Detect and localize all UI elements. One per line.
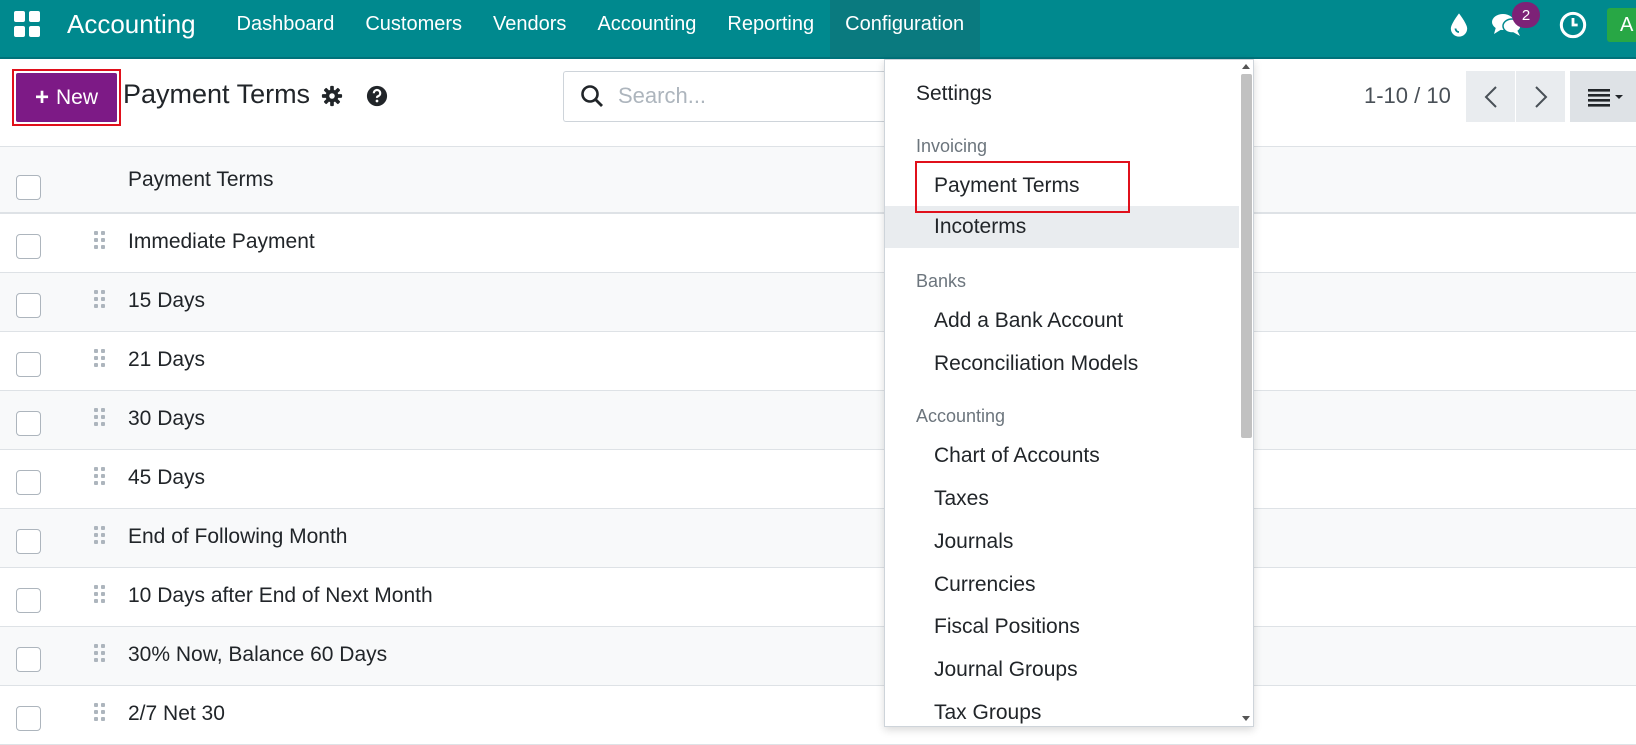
row-name: 10 Days after End of Next Month [128, 584, 433, 607]
list-view-button[interactable] [1570, 71, 1636, 122]
scroll-down-arrow-icon[interactable] [1242, 716, 1250, 721]
row-name: Immediate Payment [128, 230, 315, 253]
row-name: 15 Days [128, 289, 206, 312]
chevron-left-icon [1484, 85, 1497, 108]
dropdown-item-chart-of-accounts[interactable]: Chart of Accounts [885, 435, 1239, 477]
row-checkbox[interactable] [16, 293, 41, 318]
menu-configuration[interactable]: Configuration [829, 0, 980, 57]
row-checkbox[interactable] [16, 529, 41, 554]
drag-handle-icon[interactable] [94, 585, 110, 609]
drag-handle-icon[interactable] [94, 526, 110, 550]
payment-terms-highlight [915, 161, 1130, 213]
menu-reporting[interactable]: Reporting [712, 0, 830, 57]
table-row[interactable]: 45 Days [0, 450, 1636, 509]
new-button-label: New [56, 85, 99, 109]
dropdown-item-journal-groups[interactable]: Journal Groups [885, 649, 1239, 691]
scroll-up-arrow-icon[interactable] [1242, 64, 1250, 69]
menu-dashboard[interactable]: Dashboard [221, 0, 350, 57]
dropdown-scroll-thumb[interactable] [1241, 74, 1252, 438]
dropdown-item-currencies[interactable]: Currencies [885, 564, 1239, 606]
user-avatar[interactable]: A [1607, 8, 1636, 42]
row-name: End of Following Month [128, 525, 348, 548]
dropdown-item-add-bank-account[interactable]: Add a Bank Account [885, 300, 1239, 342]
list-header: Payment Terms [0, 147, 1636, 214]
page-title: Payment Terms [123, 79, 311, 109]
row-name: 2/7 Net 30 [128, 702, 225, 725]
table-row[interactable]: 30% Now, Balance 60 Days [0, 627, 1636, 686]
drag-handle-icon[interactable] [94, 467, 110, 491]
table-row[interactable]: End of Following Month [0, 509, 1636, 568]
pager-next-button[interactable] [1516, 71, 1565, 122]
top-navbar: Accounting Dashboard Customers Vendors A… [0, 0, 1636, 59]
dropdown-header-banks: Banks [916, 271, 967, 291]
list-view-icon [1588, 88, 1623, 107]
configuration-dropdown: Settings Invoicing Payment Terms Incoter… [884, 59, 1254, 727]
row-checkbox[interactable] [16, 234, 41, 259]
select-all-checkbox[interactable] [16, 175, 41, 200]
dropdown-item-reconciliation-models[interactable]: Reconciliation Models [885, 343, 1239, 385]
gear-icon[interactable] [321, 85, 343, 107]
dropdown-item-tax-groups[interactable]: Tax Groups [885, 692, 1239, 726]
pager-previous-button[interactable] [1466, 71, 1515, 122]
search-icon[interactable] [580, 84, 604, 108]
table-row[interactable]: 15 Days [0, 273, 1636, 332]
drag-handle-icon[interactable] [94, 349, 110, 373]
row-name: 30% Now, Balance 60 Days [128, 643, 388, 666]
row-checkbox[interactable] [16, 706, 41, 731]
row-checkbox[interactable] [16, 470, 41, 495]
row-checkbox[interactable] [16, 647, 41, 672]
dropdown-item-journals[interactable]: Journals [885, 521, 1239, 563]
dropdown-item-settings[interactable]: Settings [885, 73, 1239, 115]
chevron-right-icon [1534, 85, 1547, 108]
row-name: 30 Days [128, 407, 206, 430]
menu-accounting[interactable]: Accounting [582, 0, 712, 57]
plus-icon: + [34, 83, 49, 111]
menu-customers[interactable]: Customers [350, 0, 478, 57]
table-row[interactable]: 10 Days after End of Next Month [0, 568, 1636, 627]
help-icon[interactable] [366, 85, 388, 107]
menu-vendors[interactable]: Vendors [478, 0, 582, 57]
dropdown-header-accounting: Accounting [916, 406, 1006, 426]
table-row[interactable]: 30 Days [0, 391, 1636, 450]
app-brand[interactable]: Accounting [67, 9, 196, 40]
dropdown-item-fiscal-positions[interactable]: Fiscal Positions [885, 606, 1239, 648]
row-name: 21 Days [128, 348, 206, 371]
drag-handle-icon[interactable] [94, 408, 110, 432]
drag-handle-icon[interactable] [94, 290, 110, 314]
row-checkbox[interactable] [16, 588, 41, 613]
droplet-icon[interactable] [1445, 11, 1473, 39]
table-row[interactable]: Immediate Payment [0, 214, 1636, 273]
row-checkbox[interactable] [16, 352, 41, 377]
main-menu: Dashboard Customers Vendors Accounting R… [221, 0, 980, 57]
new-button[interactable]: + New [16, 73, 117, 122]
clock-icon[interactable] [1559, 11, 1587, 39]
drag-handle-icon[interactable] [94, 644, 110, 668]
apps-grid-icon[interactable] [14, 11, 40, 37]
messages-badge: 2 [1512, 2, 1540, 28]
dropdown-item-taxes[interactable]: Taxes [885, 478, 1239, 520]
pager-value[interactable]: 1-10 / 10 [1364, 83, 1451, 109]
drag-handle-icon[interactable] [94, 231, 110, 255]
column-header-payment-terms[interactable]: Payment Terms [128, 168, 274, 192]
table-row[interactable]: 21 Days [0, 332, 1636, 391]
row-name: 45 Days [128, 466, 206, 489]
drag-handle-icon[interactable] [94, 703, 110, 727]
dropdown-header-invoicing: Invoicing [916, 136, 988, 156]
row-checkbox[interactable] [16, 411, 41, 436]
table-row[interactable]: 2/7 Net 30 [0, 686, 1636, 745]
search-input[interactable] [618, 76, 878, 116]
